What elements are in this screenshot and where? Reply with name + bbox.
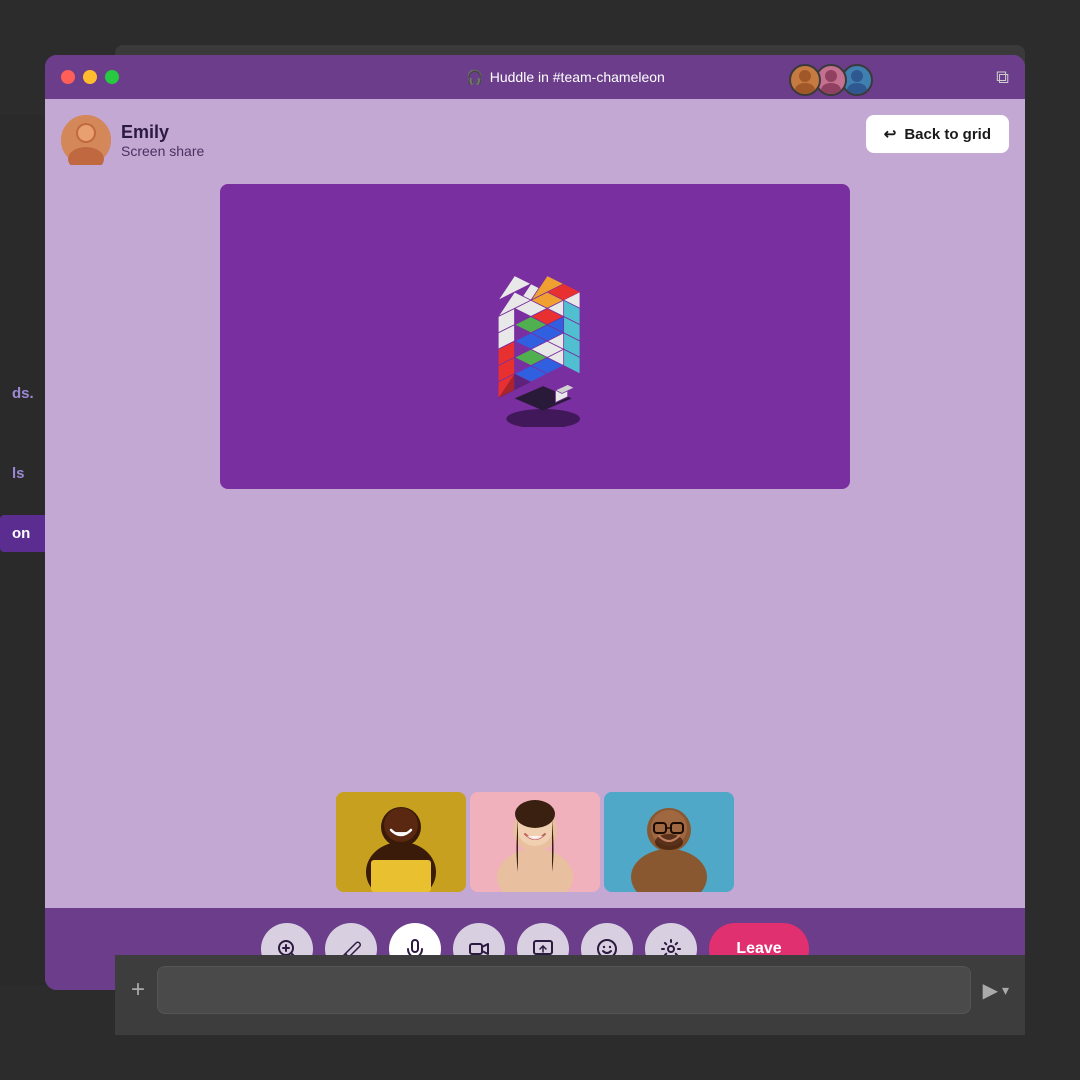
window-expand-icon[interactable]: ⧉ [996, 67, 1009, 88]
add-attachment-button[interactable]: + [131, 976, 145, 1004]
back-arrow-icon: ↩ [884, 125, 897, 143]
maximize-button[interactable] [105, 70, 119, 84]
back-to-grid-button[interactable]: ↩ Back to grid [866, 115, 1009, 153]
back-to-grid-label: Back to grid [904, 126, 991, 143]
rubiks-cube-illustration [445, 247, 625, 427]
close-button[interactable] [61, 70, 75, 84]
participants-row [336, 792, 734, 892]
user-info: Emily Screen share [61, 115, 204, 165]
send-button[interactable]: ▶ [983, 978, 998, 1003]
user-details: Emily Screen share [121, 122, 204, 159]
message-bar: + ▶ ▾ [115, 955, 1025, 1025]
window-titlebar: 🎧 Huddle in #team-chameleon ⧉ [45, 55, 1025, 99]
minimize-button[interactable] [83, 70, 97, 84]
user-name: Emily [121, 122, 204, 143]
huddle-window: 🎧 Huddle in #team-chameleon ⧉ Emily Scre… [45, 55, 1025, 990]
window-title-text: Huddle in #team-chameleon [490, 69, 665, 85]
message-input[interactable] [157, 966, 971, 1014]
send-dropdown[interactable]: ▾ [1002, 982, 1009, 999]
user-avatar [61, 115, 111, 165]
participant-thumb-3 [604, 792, 734, 892]
participant-thumb-1 [336, 792, 466, 892]
screen-share-area [220, 184, 850, 489]
huddle-content: Emily Screen share ↩ Back to grid [45, 99, 1025, 908]
send-area: ▶ ▾ [983, 978, 1009, 1003]
user-status: Screen share [121, 143, 204, 159]
traffic-lights [61, 70, 119, 84]
headphone-title-icon: 🎧 [466, 69, 483, 86]
participant-thumb-2 [470, 792, 600, 892]
